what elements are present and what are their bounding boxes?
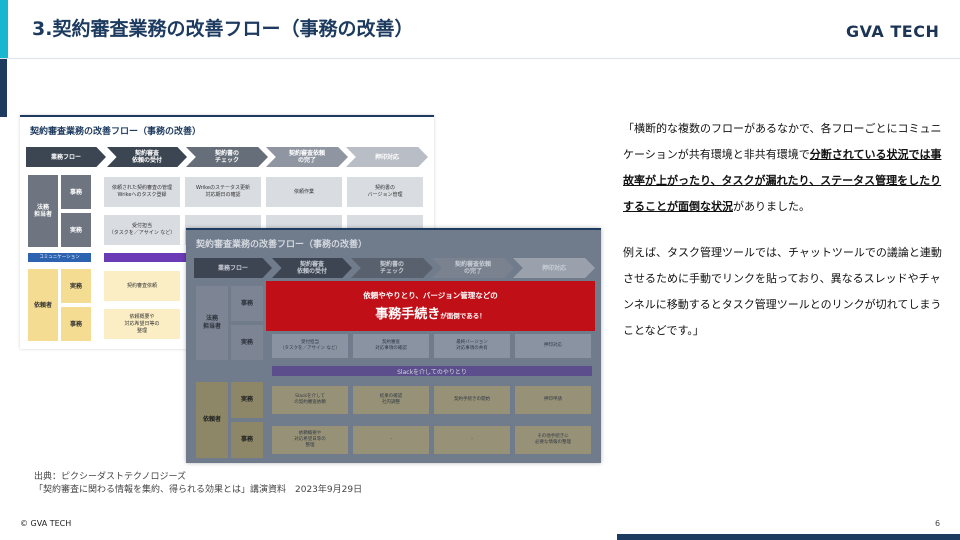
- row-type-jimu: 事務: [61, 175, 91, 209]
- stage-header: 押印対応: [346, 147, 428, 167]
- quote-text-span: がありました。: [733, 200, 810, 213]
- row-type-jimu: 事務: [231, 286, 263, 321]
- stage-header: 契約審査 依頼の受付: [272, 258, 352, 278]
- stage-header: 業務フロー: [194, 258, 272, 278]
- flow-cell: 依頼作業: [266, 177, 342, 207]
- flow-cell: 押印対応: [515, 334, 591, 358]
- flow-cell: 最終バージョン 対応事項の共有: [434, 334, 510, 358]
- row-group-legal: 法務 担当者: [196, 286, 228, 360]
- flow-cell: 依頼概要や 対応希望日等の 整理: [104, 309, 180, 339]
- callout-banner: 依頼ややりとり、バージョン管理などの 事務手続きが面倒である！: [266, 281, 595, 331]
- flow-cell: 受付担当 （タスクを／アサイン など）: [104, 215, 180, 245]
- callout-line-1: 依頼ややりとり、バージョン管理などの: [363, 291, 498, 300]
- callout-suffix: が面倒である！: [440, 312, 486, 320]
- flow-cell: 受付担当 （タスクを／アサイン など）: [272, 334, 348, 358]
- flow-cell: 結果の確認 社内調整: [353, 386, 429, 414]
- header-accent-bar: [0, 0, 8, 58]
- source-line-1: 出典：ピクシーダストテクノロジーズ: [34, 472, 187, 482]
- stage-header: 契約書の チェック: [186, 147, 268, 167]
- footer-accent-bar: [617, 534, 960, 540]
- row-group-legal: 法務 担当者: [28, 175, 58, 247]
- flow-cell: 押印申請: [515, 386, 591, 414]
- flow-cell: -: [353, 426, 429, 454]
- row-type-jitsumu: 実務: [231, 325, 263, 360]
- flow-cell: 依頼された契約審査の管理 Wrikeへのタスク登録: [104, 177, 180, 207]
- flow-cell: -: [434, 426, 510, 454]
- row-type-jitsumu: 実務: [61, 269, 91, 303]
- stage-header: 押印対応: [513, 258, 595, 278]
- stage-header: 契約審査依頼 の完了: [432, 258, 514, 278]
- quote-paragraph-2: 例えば、タスク管理ツールでは、チャットツールでの議論と連動させるために手動でリン…: [623, 246, 942, 337]
- comm-label: コミュニケーション: [28, 253, 91, 262]
- slack-bar: Slackを介してのやりとり: [272, 366, 592, 376]
- stage-header: 契約審査 依頼の受付: [107, 147, 187, 167]
- footer-copyright: © GVA TECH: [20, 519, 72, 528]
- flow-cell: 依頼概要や 対応希望日等の 整理: [272, 426, 348, 454]
- flow-cell: Wrikeのステータス更新 対応期日の確認: [185, 177, 261, 207]
- slide-back-title: 契約審査業務の改善フロー（事務の改善）: [30, 127, 202, 137]
- stage-header: 契約書の チェック: [351, 258, 433, 278]
- left-accent-bar: [0, 59, 7, 117]
- page-title: 3.契約審査業務の改善フロー（事務の改善）: [32, 18, 414, 40]
- flow-cell: 契約審査依頼: [104, 271, 180, 301]
- source-line-2: 「契約審査に関わる情報を集約、得られる効果とは」講演資料 2023年9月29日: [34, 485, 363, 495]
- flow-cell: 契約審査 対応事項の確認: [353, 334, 429, 358]
- flow-cell: その他手続きに 必要な情報の整理: [515, 426, 591, 454]
- callout-line-2: 事務手続きが面倒である！: [375, 303, 485, 322]
- row-type-jitsumu: 実務: [61, 213, 91, 247]
- row-type-jitsumu: 実務: [231, 382, 263, 418]
- stage-header: 業務フロー: [26, 147, 106, 167]
- callout-emphasis: 事務手続き: [375, 307, 441, 322]
- flow-cell: Slackを介して の契約審査依頼: [272, 386, 348, 414]
- stage-header: 契約審査依頼 の完了: [266, 147, 348, 167]
- page-number: 6: [935, 519, 941, 528]
- flow-cell: 契約書の バージョン管理: [347, 177, 423, 207]
- quote-text: 「横断的な複数のフローがあるなかで、各フローごとにコミュニケーションが共有環境と…: [623, 116, 945, 344]
- row-type-jimu: 事務: [61, 307, 91, 341]
- quote-paragraph-1: 「横断的な複数のフローがあるなかで、各フローごとにコミュニケーションが共有環境と…: [623, 116, 945, 220]
- header-divider: [0, 58, 960, 59]
- flow-cell: 契約手続きの開始: [434, 386, 510, 414]
- source-citation: 出典：ピクシーダストテクノロジーズ 「契約審査に関わる情報を集約、得られる効果と…: [34, 471, 362, 497]
- slide-image-front: 契約審査業務の改善フロー（事務の改善） 業務フロー 契約審査 依頼の受付 契約書…: [186, 228, 601, 463]
- row-group-requester: 依頼者: [196, 382, 228, 458]
- row-type-jimu: 事務: [231, 422, 263, 458]
- row-group-requester: 依頼者: [28, 269, 58, 341]
- company-logo: GVA TECH: [846, 22, 940, 41]
- slide-front-title: 契約審査業務の改善フロー（事務の改善）: [196, 240, 368, 250]
